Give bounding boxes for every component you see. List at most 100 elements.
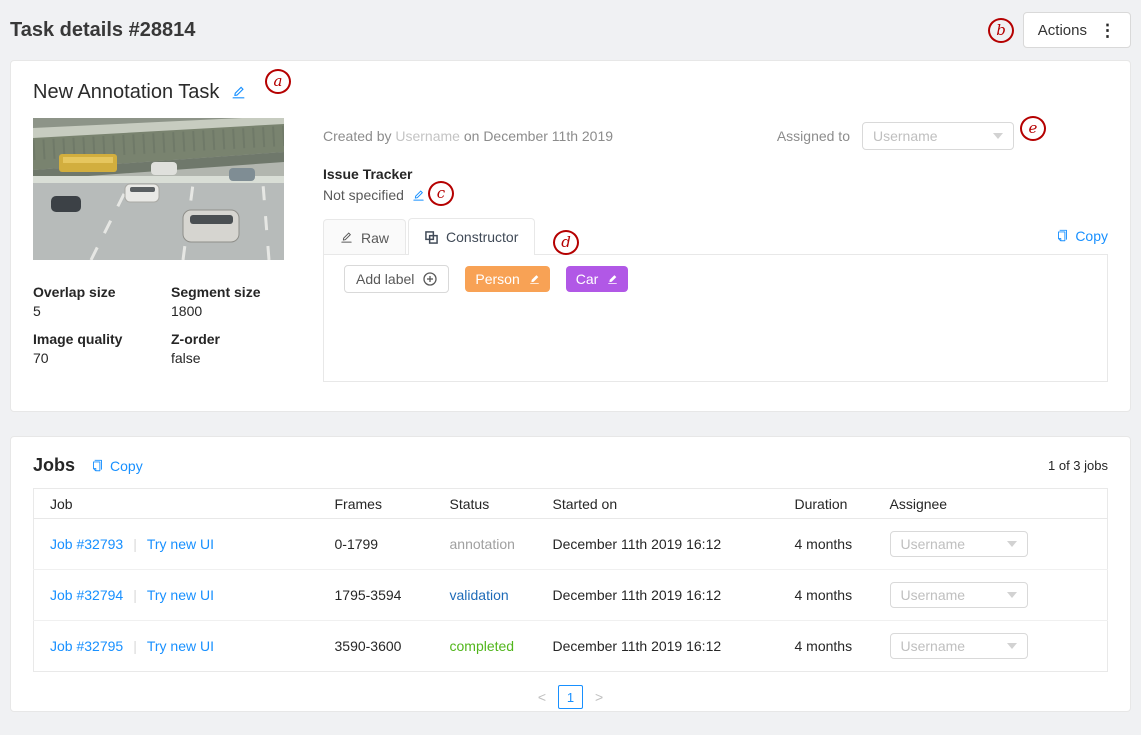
param-value: 70 bbox=[33, 350, 171, 366]
job-row: Job #32795 | Try new UI 3590-3600 complete… bbox=[34, 621, 1108, 672]
param-image-quality: Image quality 70 bbox=[33, 331, 171, 366]
job-frames: 3590-3600 bbox=[319, 621, 434, 672]
task-meta-row: Created by Username on December 11th 201… bbox=[323, 122, 1108, 150]
created-suffix: on December 11th 2019 bbox=[464, 128, 613, 144]
tab-raw-label: Raw bbox=[361, 230, 389, 246]
copy-jobs-link[interactable]: Copy bbox=[91, 458, 143, 474]
jobs-pagination: < 1 > bbox=[33, 685, 1108, 709]
job-status: annotation bbox=[450, 536, 515, 552]
label-tag-person[interactable]: Person bbox=[465, 266, 549, 292]
copy-labels-label: Copy bbox=[1075, 228, 1108, 244]
edit-issue-tracker-icon[interactable] bbox=[412, 189, 425, 202]
created-by-text: Created by Username on December 11th 201… bbox=[323, 128, 613, 144]
job-duration: 4 months bbox=[779, 519, 874, 570]
label-tag-car[interactable]: Car bbox=[566, 266, 629, 292]
jobs-header: Jobs Copy 1 of 3 jobs bbox=[33, 455, 1108, 476]
tab-constructor-label: Constructor bbox=[446, 229, 518, 245]
task-assignee-value: Username bbox=[873, 128, 938, 144]
jobs-count: 1 of 3 jobs bbox=[1048, 458, 1108, 473]
copy-icon bbox=[1056, 229, 1069, 242]
pagination-prev[interactable]: < bbox=[538, 689, 546, 705]
task-preview-image bbox=[33, 118, 284, 260]
task-body: Overlap size 5 Segment size 1800 Image q… bbox=[33, 118, 1108, 382]
job-row: Job #32794 | Try new UI 1795-3594 validati… bbox=[34, 570, 1108, 621]
param-label: Z-order bbox=[171, 331, 284, 347]
column-header-assignee: Assignee bbox=[874, 489, 1108, 519]
label-tag-name: Person bbox=[475, 271, 519, 287]
assigned-to-group: Assigned to Username bbox=[777, 122, 1014, 150]
param-label: Image quality bbox=[33, 331, 171, 347]
chevron-down-icon bbox=[1007, 643, 1017, 649]
label-tag-name: Car bbox=[576, 271, 599, 287]
chevron-down-icon bbox=[993, 133, 1003, 139]
job-status: validation bbox=[450, 587, 509, 603]
task-assignee-select[interactable]: Username bbox=[862, 122, 1014, 150]
job-assignee-select[interactable]: Username bbox=[890, 633, 1028, 659]
assigned-to-label: Assigned to bbox=[777, 128, 850, 144]
add-label-text: Add label bbox=[356, 271, 414, 287]
edit-task-name-icon[interactable] bbox=[231, 85, 246, 100]
try-new-ui-link[interactable]: Try new UI bbox=[147, 536, 214, 552]
job-link[interactable]: Job #32795 bbox=[50, 638, 123, 654]
job-link[interactable]: Job #32794 bbox=[50, 587, 123, 603]
job-assignee-value: Username bbox=[901, 587, 966, 603]
issue-tracker-value: Not specified bbox=[323, 187, 404, 203]
column-header-duration: Duration bbox=[779, 489, 874, 519]
pagination-page-1[interactable]: 1 bbox=[558, 685, 583, 709]
tab-raw[interactable]: Raw bbox=[323, 219, 406, 255]
column-header-frames: Frames bbox=[319, 489, 434, 519]
job-started: December 11th 2019 16:12 bbox=[537, 519, 779, 570]
job-assignee-value: Username bbox=[901, 638, 966, 654]
edit-label-icon bbox=[529, 274, 540, 285]
job-frames: 0-1799 bbox=[319, 519, 434, 570]
column-header-started: Started on bbox=[537, 489, 779, 519]
param-label: Segment size bbox=[171, 284, 284, 300]
try-new-ui-link[interactable]: Try new UI bbox=[147, 638, 214, 654]
copy-labels-link[interactable]: Copy bbox=[1056, 228, 1108, 244]
param-value: false bbox=[171, 350, 284, 366]
param-value: 5 bbox=[33, 303, 171, 319]
param-label: Overlap size bbox=[33, 284, 171, 300]
job-link[interactable]: Job #32793 bbox=[50, 536, 123, 552]
tab-constructor[interactable]: Constructor bbox=[408, 218, 535, 255]
chevron-down-icon bbox=[1007, 541, 1017, 547]
param-value: 1800 bbox=[171, 303, 284, 319]
param-overlap-size: Overlap size 5 bbox=[33, 284, 171, 319]
job-frames: 1795-3594 bbox=[319, 570, 434, 621]
task-left-column: Overlap size 5 Segment size 1800 Image q… bbox=[33, 118, 284, 382]
jobs-title: Jobs bbox=[33, 455, 75, 476]
jobs-table-header-row: Job Frames Status Started on Duration As… bbox=[34, 489, 1108, 519]
task-parameters: Overlap size 5 Segment size 1800 Image q… bbox=[33, 284, 284, 366]
param-z-order: Z-order false bbox=[171, 331, 284, 366]
constructor-icon bbox=[425, 231, 438, 244]
separator: | bbox=[133, 587, 137, 603]
job-status: completed bbox=[450, 638, 515, 654]
page-header: Task details #28814 Actions ⋮ bbox=[0, 0, 1141, 60]
created-prefix: Created by bbox=[323, 128, 391, 144]
task-name-row: New Annotation Task bbox=[33, 81, 1108, 104]
job-assignee-select[interactable]: Username bbox=[890, 531, 1028, 557]
actions-button-label: Actions bbox=[1038, 22, 1087, 39]
edit-label-icon bbox=[607, 274, 618, 285]
labels-constructor-panel: Add label Person Car bbox=[323, 254, 1108, 382]
try-new-ui-link[interactable]: Try new UI bbox=[147, 587, 214, 603]
created-by-user: Username bbox=[395, 128, 460, 144]
issue-tracker-label: Issue Tracker bbox=[323, 166, 1108, 182]
labels-tabs: Raw Constructor Copy bbox=[323, 217, 1108, 254]
job-duration: 4 months bbox=[779, 621, 874, 672]
kebab-menu-icon: ⋮ bbox=[1099, 22, 1116, 39]
job-assignee-select[interactable]: Username bbox=[890, 582, 1028, 608]
copy-icon bbox=[91, 459, 104, 472]
param-segment-size: Segment size 1800 bbox=[171, 284, 284, 319]
raw-edit-icon bbox=[340, 231, 353, 244]
job-started: December 11th 2019 16:12 bbox=[537, 621, 779, 672]
actions-button[interactable]: Actions ⋮ bbox=[1023, 12, 1131, 48]
separator: | bbox=[133, 638, 137, 654]
pagination-next[interactable]: > bbox=[595, 689, 603, 705]
column-header-job: Job bbox=[34, 489, 319, 519]
separator: | bbox=[133, 536, 137, 552]
add-label-button[interactable]: Add label bbox=[344, 265, 449, 293]
job-assignee-value: Username bbox=[901, 536, 966, 552]
jobs-card: Jobs Copy 1 of 3 jobs Job Frames Status … bbox=[10, 436, 1131, 712]
jobs-table: Job Frames Status Started on Duration As… bbox=[33, 488, 1108, 672]
